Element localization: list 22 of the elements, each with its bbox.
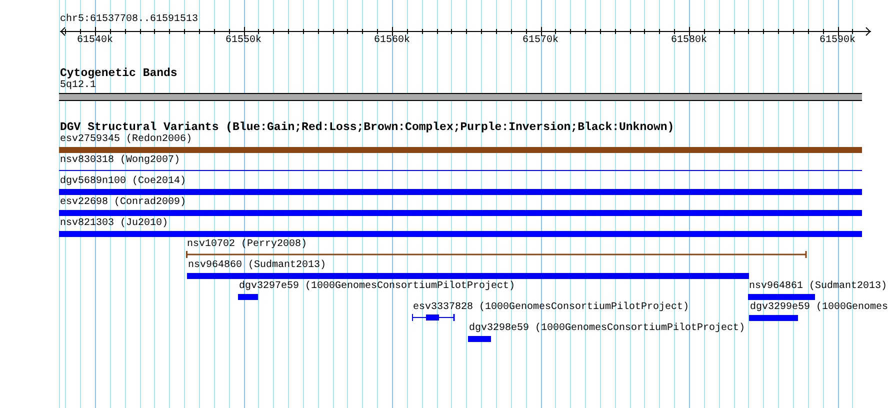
- ruler-tick-label: 61540k: [77, 35, 113, 47]
- variant-label: nsv964860 (Sudmant2013): [188, 260, 326, 272]
- ruler-tick-label: 61550k: [226, 35, 262, 47]
- variant-label: esv3337828 (1000GenomesConsortiumPilotProject): [413, 302, 690, 314]
- variant-label: esv22698 (Conrad2009): [60, 197, 186, 209]
- band-label: 5q12.1: [60, 80, 96, 92]
- variant-label: dgv3298e59 (1000GenomesConsortiumPilotProject): [469, 323, 746, 335]
- ruler-tick-label: 61590k: [820, 35, 856, 47]
- variant-label: nsv830318 (Wong2007): [60, 155, 180, 167]
- ruler-title: chr5:61537708..61591513: [60, 14, 198, 26]
- track-title: Cytogenetic Bands: [60, 67, 178, 80]
- track-title: DGV Structural Variants (Blue:Gain;Red:Loss;Brown:Complex;Purple:Inversion;Black:Unknown): [60, 121, 674, 134]
- variant-label: nsv10702 (Perry2008): [187, 239, 308, 251]
- variant-label: nsv964861 (Sudmant2013): [749, 281, 888, 293]
- variant-label: nsv821303 (Ju2010): [60, 218, 168, 230]
- variant-label: dgv5689n100 (Coe2014): [60, 176, 186, 188]
- variant-label: esv2759345 (Redon2006): [60, 134, 192, 146]
- ruler-tick-label: 61560k: [374, 35, 410, 47]
- variant-label: dgv3297e59 (1000GenomesConsortiumPilotProject): [239, 281, 516, 293]
- ruler-tick-label: 61580k: [671, 35, 707, 47]
- variant-label: dgv3299e59 (1000Genomes: [750, 302, 888, 314]
- ruler-tick-label: 61570k: [522, 35, 558, 47]
